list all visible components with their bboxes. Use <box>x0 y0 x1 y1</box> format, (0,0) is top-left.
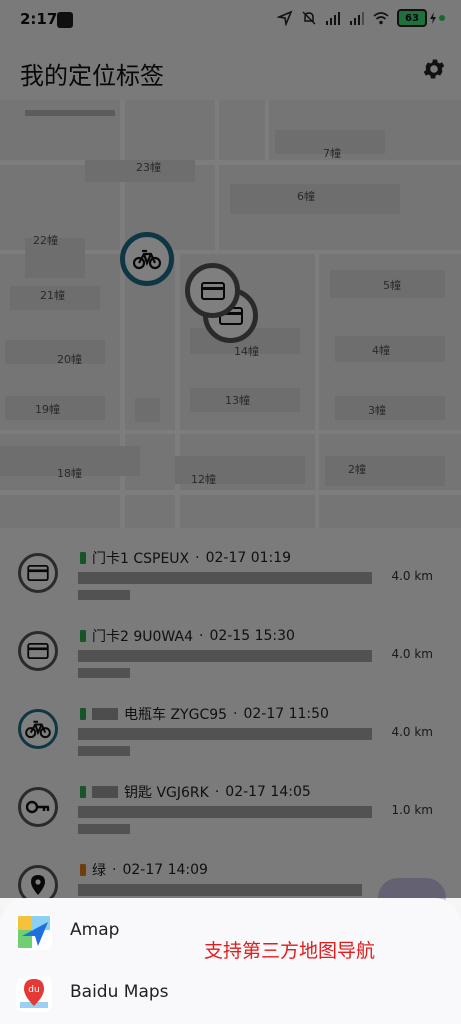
baidu-icon-text: du <box>28 985 39 995</box>
screen: 2:17 63 我的定位标签 <box>0 0 461 1024</box>
baidu-maps-app-icon: du <box>16 976 52 1012</box>
amap-app-icon <box>16 914 52 950</box>
feature-caption: 支持第三方地图导航 <box>204 940 376 962</box>
sheet-option-baidu[interactable]: du Baidu Maps <box>0 962 461 1022</box>
map-chooser-sheet: Amap 支持第三方地图导航 du Baidu Maps <box>0 898 461 1024</box>
sheet-option-label: Baidu Maps <box>70 982 169 1002</box>
modal-scrim[interactable] <box>0 0 461 898</box>
sheet-option-label: Amap <box>70 920 120 940</box>
